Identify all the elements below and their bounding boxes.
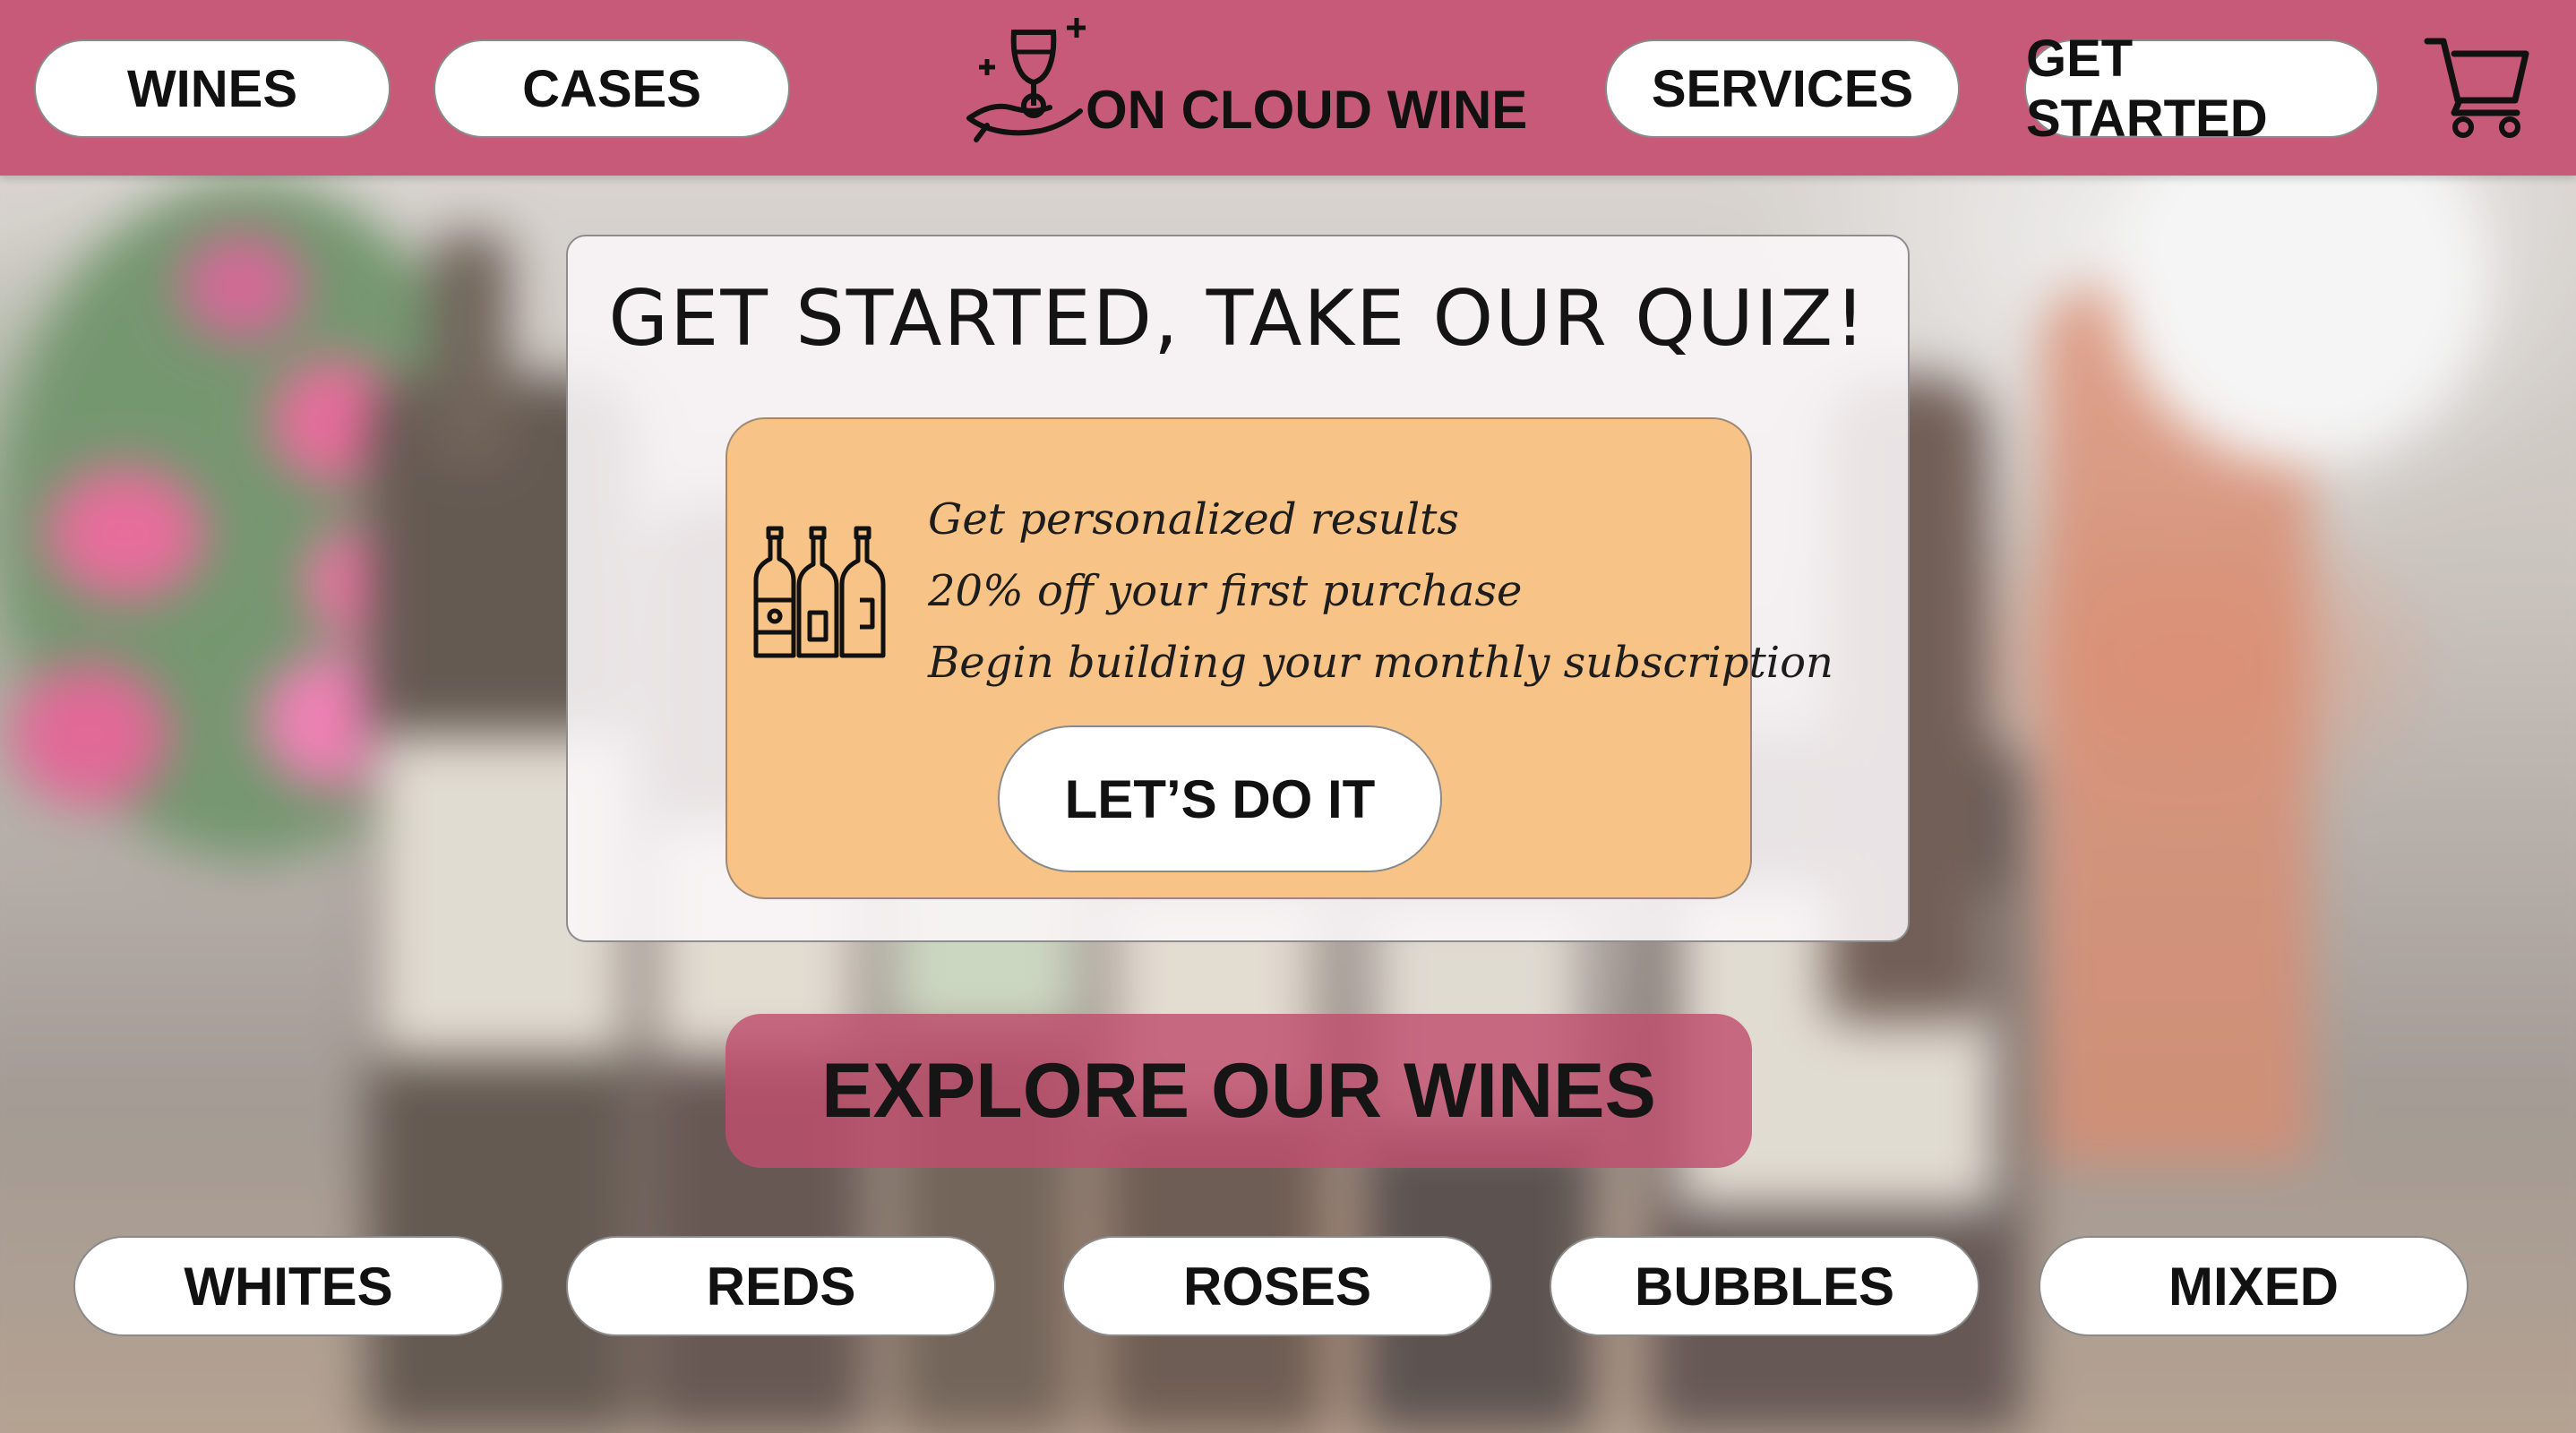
shopping-cart-button[interactable] [2424,34,2531,138]
category-label: REDS [706,1256,856,1317]
benefit-item: Begin building your monthly subscription [928,638,1833,688]
nav-cases-label: CASES [522,59,701,118]
shopping-cart-icon [2424,38,2529,138]
logo-text: ON CLOUD WINE [1086,80,1528,140]
explore-wines-button[interactable]: EXPLORE OUR WINES [726,1014,1752,1168]
nav-wines-button[interactable]: WINES [34,39,391,138]
quiz-title: GET STARTED, TAKE OUR QUIZ! [608,274,1868,364]
category-label: WHITES [184,1256,393,1317]
category-reds-button[interactable]: REDS [566,1236,996,1336]
top-navigation-bar: WINES CASES ON CLOUD WINE SERVICES GET S… [0,0,2576,176]
quiz-benefits-list: Get personalized results 20% off your fi… [928,484,1833,699]
nav-services-label: SERVICES [1651,59,1914,118]
quiz-card: GET STARTED, TAKE OUR QUIZ! Get personal… [566,235,1910,942]
category-label: ROSES [1182,1256,1372,1317]
lets-do-it-label: LET’S DO IT [1064,768,1376,829]
explore-wines-label: EXPLORE OUR WINES [821,1047,1656,1134]
category-roses-button[interactable]: ROSES [1062,1236,1492,1336]
category-bubbles-button[interactable]: BUBBLES [1550,1236,1979,1336]
nav-services-button[interactable]: SERVICES [1605,39,1960,138]
category-label: MIXED [2168,1256,2340,1317]
wine-bottles-icon [753,526,886,658]
nav-get-started-button[interactable]: GET STARTED [2024,30,2379,148]
lets-do-it-button[interactable]: LET’S DO IT [998,725,1442,872]
benefit-item: Get personalized results [928,494,1459,545]
site-logo[interactable]: ON CLOUD WINE [960,13,1527,147]
nav-cases-button[interactable]: CASES [434,39,790,138]
category-mixed-button[interactable]: MIXED [2039,1236,2469,1336]
benefit-item: 20% off your first purchase [928,566,1523,616]
nav-get-started-label: GET STARTED [2026,30,2268,148]
category-whites-button[interactable]: WHITES [73,1236,503,1336]
nav-wines-label: WINES [126,59,298,118]
category-label: BUBBLES [1634,1256,1894,1317]
wine-glass-hand-icon [966,18,1086,142]
quiz-promo-panel: Get personalized results 20% off your fi… [726,417,1833,899]
